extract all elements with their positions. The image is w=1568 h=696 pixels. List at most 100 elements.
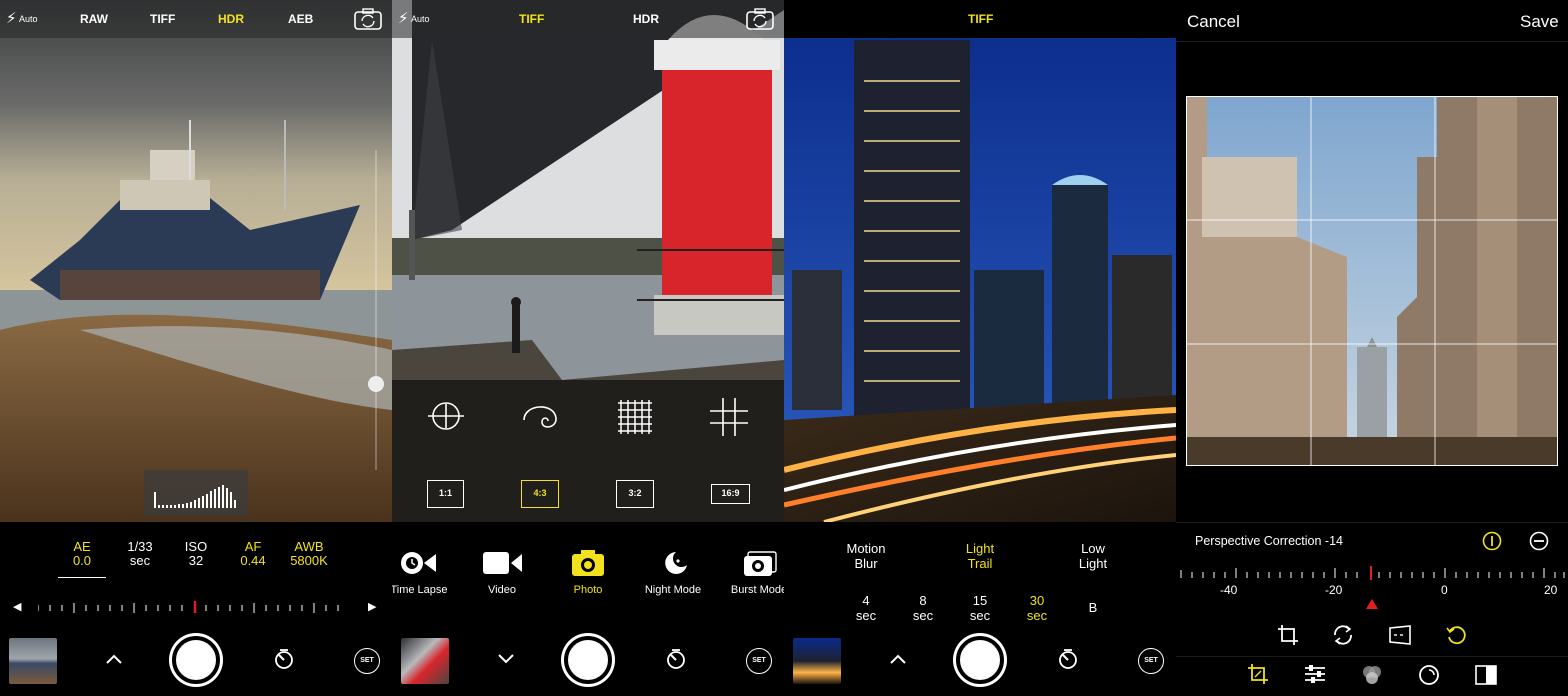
flash-icon[interactable]: ⚡ <box>398 9 409 27</box>
mode-low-light[interactable]: Low Light <box>1053 541 1133 571</box>
duration-4-value: 4 <box>862 593 870 608</box>
city-night-scene <box>784 0 1176 522</box>
duration-8-unit: sec <box>912 608 934 623</box>
last-photo-thumbnail[interactable] <box>793 638 841 684</box>
duration-15[interactable]: 15 sec <box>960 593 1000 623</box>
mode-photo[interactable]: Photo <box>543 584 633 596</box>
chevron-up-icon[interactable] <box>889 652 907 666</box>
ratio-1-1[interactable]: 1:1 <box>427 480 464 508</box>
filters-tab-icon[interactable] <box>1361 664 1383 686</box>
format-topbar: ⚡ Auto TIFF HDR <box>392 0 784 38</box>
format-topbar: TIFF <box>784 0 1176 38</box>
crosshair-grid-icon[interactable] <box>428 398 464 434</box>
format-topbar: ⚡ Auto RAW TIFF HDR AEB <box>0 0 392 38</box>
duration-30-unit: sec <box>1026 608 1048 623</box>
format-tiff[interactable]: TIFF <box>519 12 544 26</box>
ratio-16-9[interactable]: 16:9 <box>711 484 750 504</box>
spiral-grid-icon[interactable] <box>520 400 560 432</box>
vignette-tab-icon[interactable] <box>1418 664 1440 686</box>
chevron-up-icon[interactable] <box>105 652 123 666</box>
viewfinder-photo-ship[interactable] <box>0 0 392 522</box>
video-icon[interactable] <box>483 548 523 578</box>
duration-4[interactable]: 4 sec <box>846 593 886 623</box>
iso-value: 32 <box>188 553 204 568</box>
mode-motion-blur[interactable]: Motion Blur <box>826 541 906 571</box>
crop-tab-icon[interactable] <box>1247 663 1269 685</box>
scale-left-arrow-icon[interactable]: ◀ <box>13 600 21 613</box>
camera-panel-long-exposure: TIFF Motion Blur Light Trail Low Light 4… <box>784 0 1176 696</box>
iso-setting[interactable]: ISO 32 <box>174 540 218 568</box>
mode-light-trail[interactable]: Light Trail <box>940 541 1020 571</box>
duration-bulb-value: B <box>1088 600 1098 615</box>
tabbar-divider <box>1176 656 1568 657</box>
format-hdr[interactable]: HDR <box>218 12 244 26</box>
af-label: AF <box>244 539 262 554</box>
time-lapse-icon[interactable] <box>398 548 438 578</box>
perspective-icon[interactable] <box>1388 625 1412 645</box>
photo-mode-icon[interactable] <box>571 548 605 578</box>
photo-editor-panel: Cancel Save Perspective Correction -14 -… <box>1176 0 1568 696</box>
reset-icon[interactable] <box>1445 623 1469 647</box>
shutter-button[interactable] <box>172 636 220 684</box>
flash-mode-label[interactable]: Auto <box>19 14 38 24</box>
burst-mode-icon[interactable] <box>743 548 777 578</box>
ratio-3-2[interactable]: 3:2 <box>616 480 654 508</box>
flash-icon[interactable]: ⚡ <box>6 9 17 27</box>
shutter-setting[interactable]: 1/33 sec <box>118 540 162 568</box>
last-photo-thumbnail[interactable] <box>401 638 449 684</box>
save-button[interactable]: Save <box>1520 12 1559 32</box>
mode-light-trail-line1: Light <box>965 541 995 556</box>
flash-mode-label[interactable]: Auto <box>411 14 430 24</box>
dense-grid-icon[interactable] <box>616 398 654 436</box>
viewfinder-photo-city[interactable] <box>784 0 1176 522</box>
duration-bulb[interactable]: B <box>1073 600 1113 615</box>
scale-right-arrow-icon[interactable]: ▶ <box>368 600 376 613</box>
ae-setting[interactable]: AE 0.0 <box>60 540 104 568</box>
night-mode-icon[interactable] <box>661 548 691 578</box>
self-timer-icon[interactable] <box>1057 648 1079 670</box>
self-timer-icon[interactable] <box>665 648 687 670</box>
format-hdr[interactable]: HDR <box>633 12 659 26</box>
camera-flip-icon[interactable] <box>746 8 774 30</box>
shutter-button[interactable] <box>956 636 1004 684</box>
awb-setting[interactable]: AWB 5800K <box>285 540 333 568</box>
cancel-button[interactable]: Cancel <box>1187 12 1240 32</box>
mode-video[interactable]: Video <box>457 584 547 596</box>
format-tiff[interactable]: TIFF <box>968 12 993 26</box>
duration-30[interactable]: 30 sec <box>1017 593 1057 623</box>
af-setting[interactable]: AF 0.44 <box>231 540 275 568</box>
crop-icon[interactable] <box>1277 624 1299 646</box>
editing-photo-street[interactable] <box>1186 96 1558 466</box>
shutter-button[interactable] <box>564 636 612 684</box>
mode-time-lapse[interactable]: Time Lapse <box>392 584 464 596</box>
duration-4-unit: sec <box>855 608 877 623</box>
ratio-4-3[interactable]: 4:3 <box>521 480 559 508</box>
editor-divider <box>1176 522 1568 523</box>
format-aeb[interactable]: AEB <box>288 12 313 26</box>
chevron-down-icon[interactable] <box>497 652 515 666</box>
camera-panel-grid: ⚡ Auto TIFF HDR 1:1 4:3 3:2 16:9 Time La… <box>392 0 784 696</box>
mode-burst[interactable]: Burst Mode <box>714 584 784 596</box>
perspective-scale-slider[interactable] <box>1176 566 1568 580</box>
ae-selected-underline <box>58 577 106 578</box>
settings-set-button[interactable]: SET <box>354 648 380 674</box>
settings-set-button[interactable]: SET <box>746 648 772 674</box>
mode-night[interactable]: Night Mode <box>628 584 718 596</box>
duration-8[interactable]: 8 sec <box>903 593 943 623</box>
format-raw[interactable]: RAW <box>80 12 108 26</box>
format-tiff[interactable]: TIFF <box>150 12 175 26</box>
awb-value: 5800K <box>290 553 328 568</box>
thirds-grid-icon[interactable] <box>710 398 748 436</box>
last-photo-thumbnail[interactable] <box>9 638 57 684</box>
horizontal-perspective-icon[interactable] <box>1529 531 1549 551</box>
self-timer-icon[interactable] <box>273 648 295 670</box>
ae-scale-slider[interactable] <box>38 601 348 613</box>
awb-label: AWB <box>294 539 324 554</box>
duration-8-value: 8 <box>919 593 927 608</box>
settings-set-button[interactable]: SET <box>1138 648 1164 674</box>
camera-flip-icon[interactable] <box>354 8 382 30</box>
compare-tab-icon[interactable] <box>1475 665 1497 685</box>
vertical-perspective-icon[interactable] <box>1482 531 1502 551</box>
adjust-tab-icon[interactable] <box>1304 664 1326 684</box>
rotate-icon[interactable] <box>1331 623 1355 647</box>
